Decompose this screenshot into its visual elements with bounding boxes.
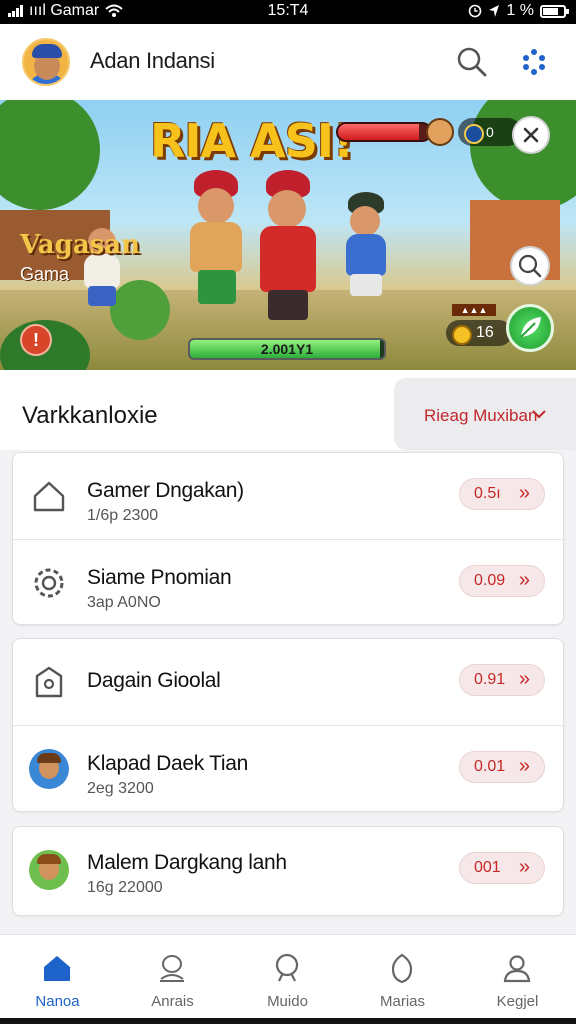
gear-icon <box>34 568 64 598</box>
item-subtitle: 3ap A0NO <box>87 594 161 611</box>
tab-label: Nanoa <box>35 993 80 1010</box>
list-item[interactable]: Klapad Daek Tian 2eg 3200 0.01 <box>13 725 565 811</box>
user-icon <box>503 955 531 983</box>
item-value-badge[interactable]: 001 <box>459 852 545 884</box>
item-value-badge[interactable]: 0.91 <box>459 664 545 696</box>
section-header: Varkkanloxie Rieag Muxiban <box>0 370 576 450</box>
play-button[interactable] <box>506 304 554 352</box>
leaf-icon <box>520 317 541 338</box>
tab-profile[interactable]: Kegjel <box>460 935 575 1019</box>
alert-icon: ! <box>33 330 39 350</box>
app-header: Adan Indansi <box>0 24 576 100</box>
tab-label: Muido <box>267 993 308 1010</box>
character-elder <box>342 192 394 302</box>
item-value-badge[interactable]: 0.01 <box>459 751 545 783</box>
magnifier-icon <box>518 254 542 278</box>
location-icon <box>489 5 500 17</box>
shop-tag: ▲▲▲ <box>452 304 496 316</box>
alert-button[interactable]: ! <box>20 324 52 356</box>
tab-shield[interactable]: Marias <box>345 935 460 1019</box>
item-name: Klapad Daek Tian <box>87 752 248 775</box>
search-icon <box>275 953 299 982</box>
game-label-secondary: Gama <box>20 264 70 284</box>
health-bar <box>336 122 432 142</box>
list-card: Malem Dargkang lanh 16g 22000 001 <box>12 826 564 916</box>
sort-dropdown[interactable]: Rieag Muxiban <box>394 378 576 450</box>
character-warrior <box>188 170 252 320</box>
score-counter: 16 <box>446 320 512 346</box>
list-item[interactable]: Malem Dargkang lanh 16g 22000 001 <box>13 827 565 913</box>
shield-icon <box>391 953 413 984</box>
list-card: Gamer Dngakan) 1/6p 2300 0.5ı Siame Pnom… <box>12 452 565 625</box>
close-button[interactable] <box>512 116 550 154</box>
chevron-down-icon <box>532 410 546 419</box>
avatar-icon <box>29 749 69 789</box>
search-button[interactable] <box>452 42 492 82</box>
list-card: Dagain Gioolal 0.91 Klapad Daek Tian 2eg… <box>12 638 565 812</box>
list-item[interactable]: Gamer Dngakan) 1/6p 2300 0.5ı <box>13 453 565 539</box>
game-label-primary: Vagasan <box>20 230 141 260</box>
bottom-tab-bar: Nanoa Anrais Muido Marias Kegjel <box>0 934 576 1024</box>
item-name: Malem Dargkang lanh <box>87 851 287 874</box>
game-banner[interactable]: RIA ASI! Vagasan Gama 0 ▲▲▲ 16 ! 2.001Y1 <box>0 100 576 370</box>
battery-icon <box>540 4 569 18</box>
close-icon <box>523 127 539 143</box>
tab-search[interactable]: Muido <box>230 935 345 1019</box>
item-subtitle: 16g 22000 <box>87 879 163 896</box>
dots-grid-icon <box>523 49 545 75</box>
list-item[interactable]: Siame Pnomian 3ap A0NO 0.09 <box>13 539 565 625</box>
home-icon <box>33 481 65 512</box>
player-avatar <box>426 118 454 146</box>
tab-achievements[interactable]: Anrais <box>115 935 230 1019</box>
tab-label: Kegjel <box>496 993 539 1010</box>
tag-icon <box>35 666 63 698</box>
profile-avatar[interactable] <box>22 38 70 86</box>
item-subtitle: 2eg 3200 <box>87 780 154 797</box>
zoom-button[interactable] <box>510 246 550 286</box>
item-subtitle: 1/6p 2300 <box>87 507 159 524</box>
tab-label: Marias <box>379 993 425 1010</box>
avatar-icon <box>29 850 69 890</box>
item-name: Dagain Gioolal <box>87 669 221 692</box>
progress-bar: 2.001Y1 <box>188 338 386 360</box>
sort-label: Rieag Muxiban <box>424 406 538 425</box>
banner-title: RIA ASI! <box>150 114 354 168</box>
item-name: Gamer Dngakan) <box>87 479 244 502</box>
game-label: Vagasan Gama <box>20 230 140 285</box>
item-value-badge[interactable]: 0.09 <box>459 565 545 597</box>
menu-button[interactable] <box>514 42 554 82</box>
trophy-icon <box>160 955 184 982</box>
home-indicator <box>0 1018 576 1024</box>
progress-label: 2.001Y1 <box>260 341 314 357</box>
alarm-icon <box>469 4 482 18</box>
item-name: Siame Pnomian <box>87 566 232 589</box>
battery-text: 1 % <box>506 2 534 19</box>
item-value-badge[interactable]: 0.5ı <box>459 478 545 510</box>
section-title: Varkkanloxie <box>22 402 158 429</box>
character-hero <box>258 170 324 330</box>
search-icon <box>457 47 487 77</box>
status-bar: ıııl Gamar 15:T4 1 % <box>0 0 576 24</box>
page-title: Adan Indansi <box>90 48 215 73</box>
home-icon <box>44 956 70 981</box>
tab-label: Anrais <box>151 993 194 1010</box>
tab-home[interactable]: Nanoa <box>0 935 115 1019</box>
list-item[interactable]: Dagain Gioolal 0.91 <box>13 639 565 725</box>
